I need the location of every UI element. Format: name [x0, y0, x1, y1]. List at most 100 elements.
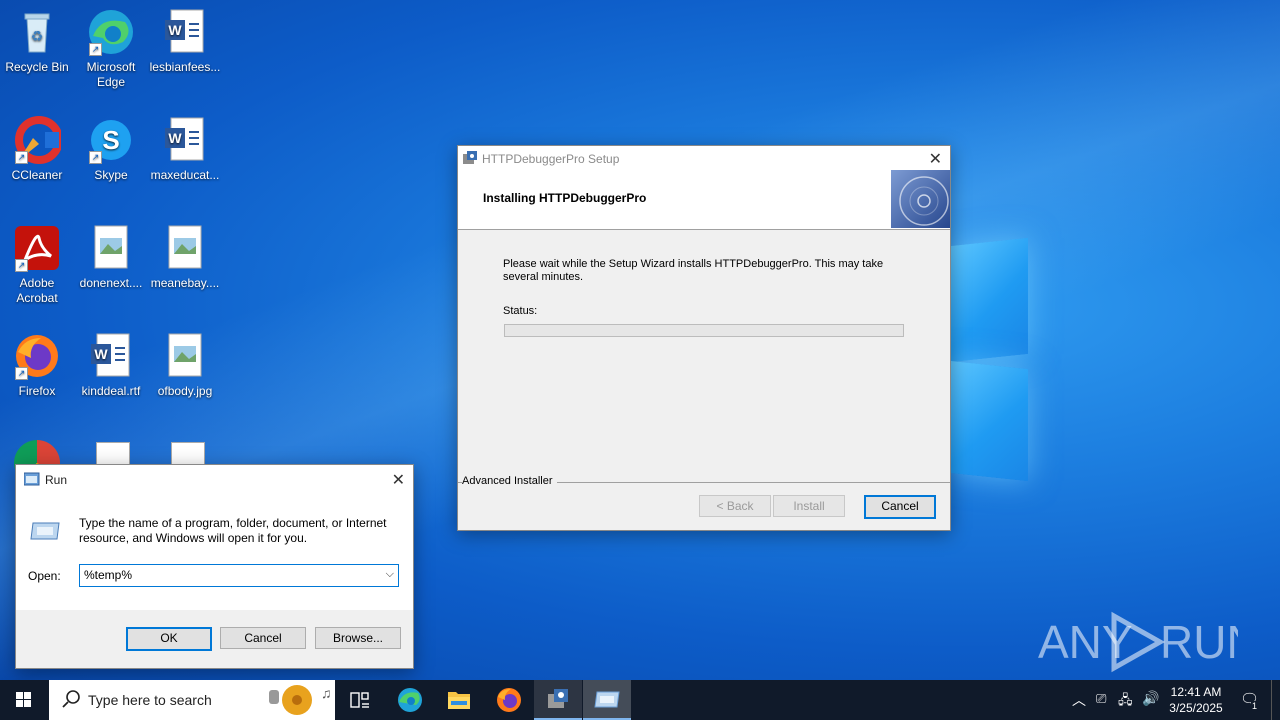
setup-header-banner: Installing HTTPDebuggerPro: [458, 170, 950, 230]
svg-text:W: W: [168, 130, 182, 146]
windows-logo-icon: [16, 692, 31, 707]
taskbar-setup-installer[interactable]: [534, 680, 582, 720]
desktop-icon-microsoft-edge[interactable]: ↗ Microsoft Edge: [74, 8, 148, 90]
desktop-icon-ofbody[interactable]: ofbody.jpg: [148, 332, 222, 399]
system-tray: ︿ ⎚ 🖧 🔊 12:41 AM 3/25/2025 🗨 1: [1066, 680, 1280, 720]
run-body: Type the name of a program, folder, docu…: [16, 492, 413, 610]
back-button[interactable]: < Back: [699, 495, 771, 517]
word-document-icon: W: [161, 8, 209, 56]
close-icon[interactable]: ✕: [392, 470, 405, 490]
svg-text:ANY: ANY: [1038, 616, 1133, 668]
desktop-icon-maxeducat[interactable]: W maxeducat...: [148, 116, 222, 183]
shortcut-arrow-icon: ↗: [89, 43, 102, 56]
setup-app-icon: [462, 150, 478, 166]
network-icon[interactable]: 🖧: [1118, 691, 1133, 713]
setup-title: HTTPDebuggerPro Setup: [482, 152, 620, 166]
icon-label: lesbianfees...: [149, 60, 221, 74]
run-open-combobox[interactable]: %temp% ⌵: [79, 564, 399, 587]
task-view-button[interactable]: [336, 680, 384, 720]
clock[interactable]: 12:41 AM 3/25/2025: [1164, 684, 1228, 716]
acrobat-icon: ↗: [13, 224, 61, 272]
chevron-down-icon[interactable]: ⌵: [386, 568, 394, 581]
start-button[interactable]: [0, 680, 48, 720]
icon-label: Firefox: [18, 384, 56, 398]
search-icon: [61, 689, 81, 714]
firefox-icon: ↗: [13, 332, 61, 380]
icon-label: meanebay....: [150, 276, 220, 290]
setup-cancel-button[interactable]: Cancel: [864, 495, 936, 519]
notification-count: 1: [1251, 701, 1259, 711]
setup-dialog: HTTPDebuggerPro Setup ✕ Installing HTTPD…: [457, 145, 951, 531]
wallpaper-logo-pane: [950, 237, 1028, 363]
wallpaper-logo-pane: [950, 360, 1028, 482]
icon-label: Adobe Acrobat: [16, 276, 58, 305]
word-document-icon: W: [87, 332, 135, 380]
desktop-icon-meanebay[interactable]: meanebay....: [148, 224, 222, 291]
icon-label: maxeducat...: [150, 168, 220, 182]
taskbar-firefox[interactable]: [485, 680, 533, 720]
ok-button[interactable]: OK: [126, 627, 212, 651]
desktop-icon-donenext[interactable]: donenext....: [74, 224, 148, 291]
run-description: Type the name of a program, folder, docu…: [79, 516, 387, 545]
close-icon[interactable]: ✕: [929, 149, 942, 169]
browse-button[interactable]: Browse...: [315, 627, 401, 649]
folder-icon: [448, 692, 470, 709]
setup-progress-bar: [504, 324, 904, 337]
shortcut-arrow-icon: ↗: [89, 151, 102, 164]
taskbar-run[interactable]: [583, 680, 631, 720]
install-button[interactable]: Install: [773, 495, 845, 517]
desktop-icon-skype[interactable]: S ↗ Skype: [74, 116, 148, 183]
icon-label: Recycle Bin: [5, 60, 69, 74]
run-open-input[interactable]: %temp%: [84, 568, 132, 582]
edge-icon: ↗: [87, 8, 135, 56]
clock-time: 12:41 AM: [1170, 685, 1222, 699]
icon-label: CCleaner: [11, 168, 63, 182]
svg-text:♫: ♫: [321, 685, 332, 701]
run-cancel-button[interactable]: Cancel: [220, 627, 306, 649]
icon-label: ofbody.jpg: [157, 384, 213, 398]
icon-label: donenext....: [79, 276, 143, 290]
setup-heading: Installing HTTPDebuggerPro: [483, 191, 647, 205]
run-title: Run: [45, 473, 68, 487]
desktop-icon-firefox[interactable]: ↗ Firefox: [0, 332, 74, 399]
taskbar: Type here to search ♫ ︿ ⎚ 🖧 🔊 12:41 AM 3…: [0, 680, 1280, 720]
taskbar-edge[interactable]: [386, 680, 434, 720]
ccleaner-icon: ↗: [13, 116, 63, 164]
taskbar-search-box[interactable]: Type here to search ♫: [49, 680, 335, 720]
icon-label: Skype: [94, 168, 128, 182]
desktop-icon-adobe-acrobat[interactable]: ↗ Adobe Acrobat: [0, 224, 74, 306]
taskbar-file-explorer[interactable]: [435, 680, 483, 720]
setup-footer-brand: Advanced Installer: [462, 475, 557, 487]
desktop-icon-kinddeal[interactable]: W kinddeal.rtf: [74, 332, 148, 399]
task-view-icon: [350, 692, 369, 708]
icon-label: kinddeal.rtf: [81, 384, 141, 398]
run-titlebar[interactable]: Run ✕: [16, 465, 413, 492]
image-file-icon: [87, 224, 135, 272]
meet-now-icon[interactable]: ⎚: [1096, 691, 1106, 707]
recycle-bin-icon: ♻: [13, 8, 61, 56]
run-icon: [594, 691, 620, 708]
edge-icon: [398, 688, 422, 712]
setup-banner-disc-icon: [891, 170, 950, 228]
svg-text:W: W: [168, 22, 182, 38]
watermark: ANY RUN: [1038, 608, 1260, 674]
desktop-icon-lesbianfees[interactable]: W lesbianfees...: [148, 8, 222, 75]
shortcut-arrow-icon: ↗: [15, 367, 28, 380]
volume-icon[interactable]: 🔊: [1142, 690, 1159, 707]
search-highlight-icon: ♫: [265, 682, 333, 718]
desktop-icon-recycle-bin[interactable]: ♻ Recycle Bin: [0, 8, 74, 75]
show-desktop-button[interactable]: [1271, 680, 1276, 720]
svg-text:♻: ♻: [31, 28, 44, 44]
run-dialog: Run ✕ Type the name of a program, folder…: [15, 464, 414, 669]
setup-titlebar[interactable]: HTTPDebuggerPro Setup ✕: [458, 146, 950, 170]
clock-date: 3/25/2025: [1169, 701, 1223, 715]
icon-label: Microsoft Edge: [86, 60, 136, 89]
run-open-label: Open:: [28, 569, 61, 583]
word-document-icon: W: [161, 116, 209, 164]
chevron-up-icon[interactable]: ︿: [1072, 690, 1086, 710]
search-placeholder: Type here to search: [88, 692, 212, 708]
svg-text:RUN: RUN: [1160, 616, 1238, 668]
setup-message: Please wait while the Setup Wizard insta…: [503, 258, 884, 283]
desktop-icon-ccleaner[interactable]: ↗ CCleaner: [0, 116, 74, 183]
image-file-icon: [161, 224, 209, 272]
